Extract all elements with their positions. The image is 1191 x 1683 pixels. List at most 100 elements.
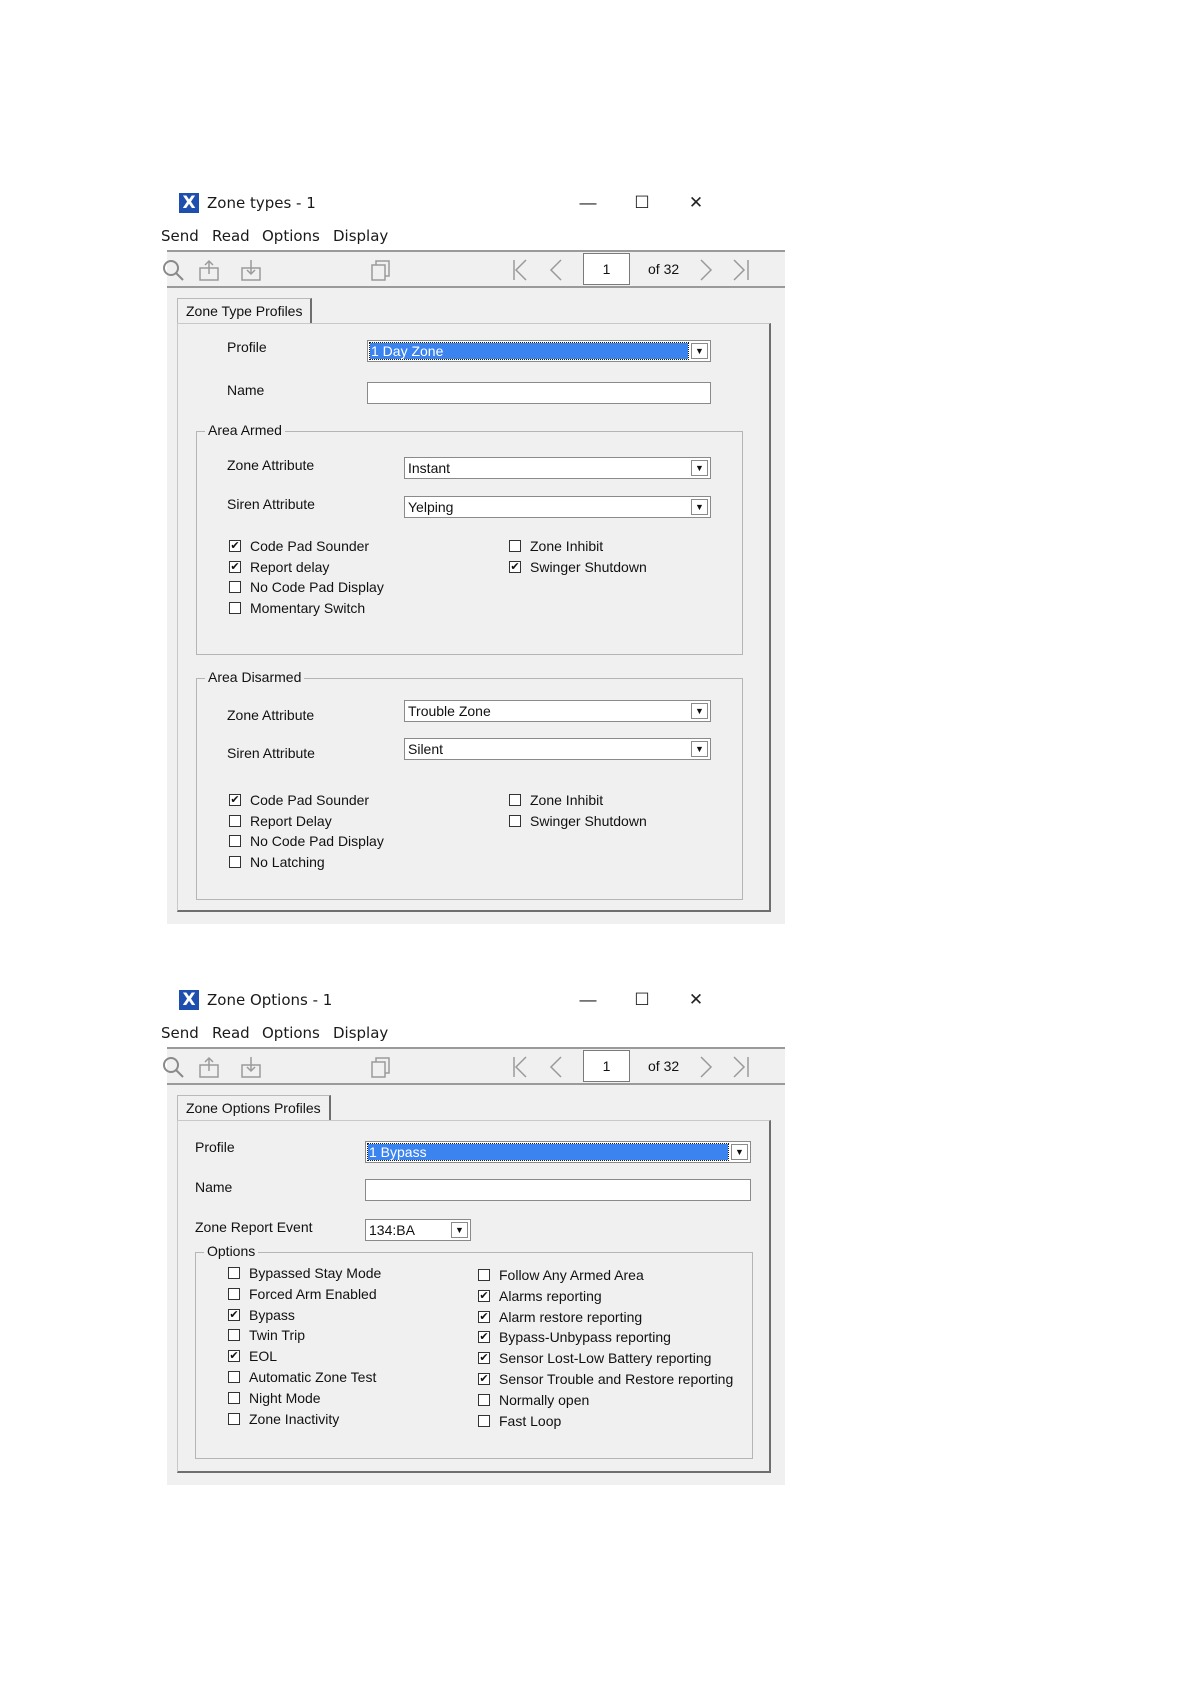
first-page-icon[interactable] xyxy=(510,1055,534,1079)
profile-dropdown[interactable]: 1 Day Zone ▼ xyxy=(367,340,711,362)
chevron-down-icon[interactable]: ▼ xyxy=(451,1222,468,1238)
checkbox-checked-icon[interactable]: ✔ xyxy=(228,1350,240,1363)
tab-zone-type-profiles[interactable]: Zone Type Profiles xyxy=(177,298,313,324)
name-field[interactable] xyxy=(365,1179,751,1201)
checkbox-unchecked-icon[interactable] xyxy=(478,1414,490,1427)
search-icon[interactable] xyxy=(161,1055,185,1079)
checkbox-swinger-shutdown[interactable]: ✔ Swinger Shutdown xyxy=(509,559,647,575)
page-number-input[interactable]: 1 xyxy=(583,1050,630,1082)
checkbox-unchecked-icon[interactable] xyxy=(228,1412,240,1425)
minimize-icon[interactable]: — xyxy=(565,188,611,218)
checkbox-unchecked-icon[interactable] xyxy=(228,1391,240,1404)
copy-icon[interactable] xyxy=(369,1055,393,1079)
menu-options[interactable]: Options xyxy=(262,1024,320,1042)
previous-page-icon[interactable] xyxy=(545,1055,569,1079)
checkbox-checked-icon[interactable]: ✔ xyxy=(509,560,521,573)
checkbox-code-pad-sounder[interactable]: ✔ Code Pad Sounder xyxy=(229,792,369,808)
checkbox-unchecked-icon[interactable] xyxy=(229,814,241,827)
checkbox-report-delay[interactable]: Report Delay xyxy=(229,813,332,829)
next-page-icon[interactable] xyxy=(693,1055,717,1079)
checkbox-unchecked-icon[interactable] xyxy=(229,581,241,593)
checkbox-sensor-trouble-and-restore-reporting[interactable]: ✔ Sensor Trouble and Restore reporting xyxy=(478,1371,733,1387)
checkbox-unchecked-icon[interactable] xyxy=(509,814,521,827)
checkbox-automatic-zone-test[interactable]: Automatic Zone Test xyxy=(228,1369,376,1385)
checkbox-checked-icon[interactable]: ✔ xyxy=(229,560,241,573)
checkbox-fast-loop[interactable]: Fast Loop xyxy=(478,1413,561,1429)
chevron-down-icon[interactable]: ▼ xyxy=(691,741,708,757)
download-icon[interactable] xyxy=(239,1055,263,1079)
checkbox-report-delay[interactable]: ✔ Report delay xyxy=(229,559,329,575)
menu-display[interactable]: Display xyxy=(333,227,388,245)
menu-display[interactable]: Display xyxy=(333,1024,388,1042)
checkbox-checked-icon[interactable]: ✔ xyxy=(478,1352,490,1365)
checkbox-unchecked-icon[interactable] xyxy=(228,1371,240,1383)
last-page-icon[interactable] xyxy=(728,258,752,282)
copy-icon[interactable] xyxy=(369,258,393,282)
checkbox-unchecked-icon[interactable] xyxy=(509,794,521,806)
zone-attribute-dropdown[interactable]: Instant ▼ xyxy=(404,457,711,479)
chevron-down-icon[interactable]: ▼ xyxy=(691,703,708,719)
checkbox-checked-icon[interactable]: ✔ xyxy=(229,794,241,806)
chevron-down-icon[interactable]: ▼ xyxy=(691,460,708,476)
checkbox-checked-icon[interactable]: ✔ xyxy=(478,1373,490,1385)
checkbox-checked-icon[interactable]: ✔ xyxy=(478,1331,490,1344)
chevron-down-icon[interactable]: ▼ xyxy=(691,499,708,515)
checkbox-normally-open[interactable]: Normally open xyxy=(478,1392,589,1408)
checkbox-no-code-pad-display[interactable]: No Code Pad Display xyxy=(229,579,384,595)
checkbox-checked-icon[interactable]: ✔ xyxy=(228,1308,240,1321)
upload-icon[interactable] xyxy=(197,1055,221,1079)
checkbox-eol[interactable]: ✔ EOL xyxy=(228,1348,277,1364)
menu-read[interactable]: Read xyxy=(212,227,250,245)
checkbox-forced-arm-enabled[interactable]: Forced Arm Enabled xyxy=(228,1286,377,1302)
menu-read[interactable]: Read xyxy=(212,1024,250,1042)
checkbox-unchecked-icon[interactable] xyxy=(478,1393,490,1406)
checkbox-follow-any-armed-area[interactable]: Follow Any Armed Area xyxy=(478,1267,644,1283)
close-icon[interactable]: ✕ xyxy=(673,188,719,218)
checkbox-night-mode[interactable]: Night Mode xyxy=(228,1390,321,1406)
download-icon[interactable] xyxy=(239,258,263,282)
checkbox-no-latching[interactable]: No Latching xyxy=(229,854,325,870)
checkbox-no-code-pad-display[interactable]: No Code Pad Display xyxy=(229,833,384,849)
minimize-icon[interactable]: — xyxy=(565,985,611,1015)
name-field[interactable] xyxy=(367,382,711,404)
checkbox-code-pad-sounder[interactable]: ✔ Code Pad Sounder xyxy=(229,538,369,554)
menu-send[interactable]: Send xyxy=(161,1024,199,1042)
siren-attribute-dropdown[interactable]: Yelping ▼ xyxy=(404,496,711,518)
last-page-icon[interactable] xyxy=(728,1055,752,1079)
checkbox-bypass[interactable]: ✔ Bypass xyxy=(228,1307,295,1323)
menu-options[interactable]: Options xyxy=(262,227,320,245)
checkbox-bypassed-stay-mode[interactable]: Bypassed Stay Mode xyxy=(228,1265,381,1281)
next-page-icon[interactable] xyxy=(693,258,717,282)
search-icon[interactable] xyxy=(161,258,185,282)
previous-page-icon[interactable] xyxy=(545,258,569,282)
tab-zone-options-profiles[interactable]: Zone Options Profiles xyxy=(177,1095,331,1121)
checkbox-unchecked-icon[interactable] xyxy=(228,1287,240,1300)
checkbox-twin-trip[interactable]: Twin Trip xyxy=(228,1327,305,1343)
checkbox-zone-inactivity[interactable]: Zone Inactivity xyxy=(228,1411,339,1427)
checkbox-checked-icon[interactable]: ✔ xyxy=(229,540,241,552)
checkbox-momentary-switch[interactable]: Momentary Switch xyxy=(229,600,365,616)
zone-attribute-dropdown[interactable]: Trouble Zone ▼ xyxy=(404,700,711,722)
checkbox-unchecked-icon[interactable] xyxy=(228,1329,240,1342)
checkbox-sensor-lost-low-battery-reporting[interactable]: ✔ Sensor Lost-Low Battery reporting xyxy=(478,1350,711,1366)
checkbox-alarm-restore-reporting[interactable]: ✔ Alarm restore reporting xyxy=(478,1309,642,1325)
menu-send[interactable]: Send xyxy=(161,227,199,245)
checkbox-unchecked-icon[interactable] xyxy=(229,601,241,614)
zone-report-event-dropdown[interactable]: 134:BA ▼ xyxy=(365,1219,471,1241)
checkbox-checked-icon[interactable]: ✔ xyxy=(478,1289,490,1302)
checkbox-unchecked-icon[interactable] xyxy=(478,1269,490,1281)
checkbox-alarms-reporting[interactable]: ✔ Alarms reporting xyxy=(478,1288,602,1304)
checkbox-unchecked-icon[interactable] xyxy=(229,835,241,847)
checkbox-unchecked-icon[interactable] xyxy=(228,1267,240,1279)
checkbox-checked-icon[interactable]: ✔ xyxy=(478,1310,490,1323)
chevron-down-icon[interactable]: ▼ xyxy=(731,1144,748,1160)
upload-icon[interactable] xyxy=(197,258,221,282)
checkbox-zone-inhibit[interactable]: Zone Inhibit xyxy=(509,538,603,554)
siren-attribute-dropdown[interactable]: Silent ▼ xyxy=(404,738,711,760)
first-page-icon[interactable] xyxy=(510,258,534,282)
chevron-down-icon[interactable]: ▼ xyxy=(691,343,708,359)
maximize-icon[interactable]: ☐ xyxy=(619,985,665,1015)
page-number-input[interactable]: 1 xyxy=(583,253,630,285)
close-icon[interactable]: ✕ xyxy=(673,985,719,1015)
checkbox-unchecked-icon[interactable] xyxy=(229,855,241,868)
